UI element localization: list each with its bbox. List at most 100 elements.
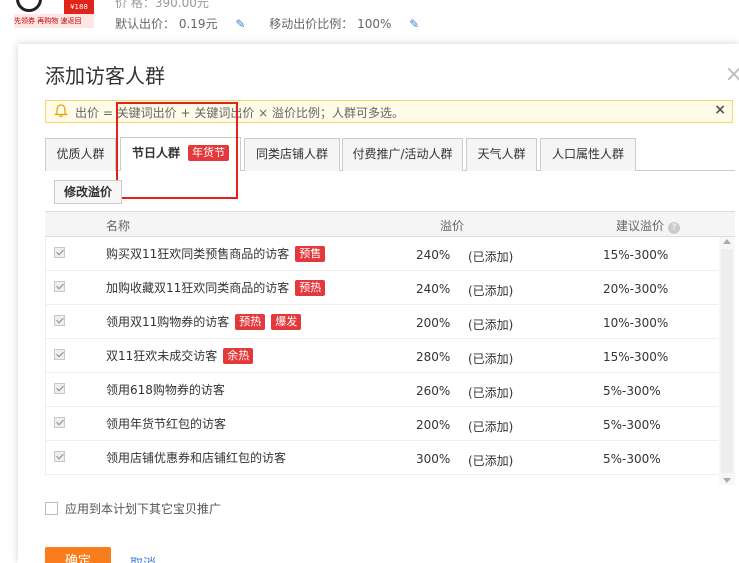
table-row: 购买双11狂欢同类预售商品的访客 预售 240% (已添加) 15%-300%	[46, 237, 718, 271]
tab-label: 同类店铺人群	[255, 147, 328, 161]
row-checkbox[interactable]	[54, 315, 65, 326]
scroll-track[interactable]	[721, 249, 733, 473]
bicycle-wheel-icon	[16, 0, 42, 12]
row-status: (已添加)	[468, 318, 514, 332]
help-icon[interactable]: ?	[668, 222, 681, 234]
table-row: 领用年货节红包的访客 200% (已添加) 5%-300%	[46, 407, 718, 441]
row-status: (已添加)	[468, 284, 514, 298]
row-premium: 200%	[416, 418, 451, 432]
background-header: 先领券 再购物 速返回 ¥188 价 格：390.00元 默认出价： 0.19元…	[0, 0, 739, 44]
row-premium: 260%	[416, 384, 451, 398]
modal-title: 添加访客人群	[45, 64, 165, 88]
row-suggest: 15%-300%	[603, 248, 669, 262]
row-premium: 200%	[416, 316, 451, 330]
column-premium: 溢价	[440, 219, 465, 233]
row-status: (已添加)	[468, 386, 514, 400]
column-name: 名称	[106, 219, 131, 233]
row-name: 领用店铺优惠券和店铺红包的访客	[106, 449, 286, 466]
row-name: 领用618购物券的访客	[106, 381, 225, 398]
product-thumbnail: 先领券 再购物 速返回 ¥188	[14, 0, 94, 30]
apply-checkbox[interactable]	[45, 502, 58, 515]
row-name: 购买双11狂欢同类预售商品的访客 预售	[106, 245, 326, 262]
row-checkbox[interactable]	[54, 247, 65, 258]
column-suggest-label: 建议溢价	[616, 219, 665, 233]
tab-label: 人口属性人群	[551, 147, 624, 161]
table-row: 双11狂欢未成交访客 余热 280% (已添加) 15%-300%	[46, 339, 718, 373]
table-body: 购买双11狂欢同类预售商品的访客 预售 240% (已添加) 15%-300% 加…	[45, 237, 718, 475]
row-tag: 预热	[295, 280, 326, 296]
default-bid-value: 0.19元	[178, 17, 218, 31]
add-visitor-group-modal: 添加访客人群 × 出价 = 关键词出价 + 关键词出价 × 溢价比例；人群可多选…	[18, 44, 739, 563]
background-price: 价 格：390.00元	[115, 0, 209, 11]
modify-premium-button[interactable]: 修改溢价	[54, 180, 123, 204]
notice-close-icon[interactable]: ×	[714, 102, 726, 118]
table-header: 名称 溢价 建议溢价?	[45, 211, 735, 237]
row-checkbox[interactable]	[54, 383, 65, 394]
row-suggest: 5%-300%	[603, 418, 661, 432]
row-name-text: 加购收藏双11狂欢同类商品的访客	[106, 281, 290, 295]
edit-pencil-icon[interactable]: ✎	[409, 17, 419, 31]
tab-paid-promo-group[interactable]: 付费推广/活动人群	[342, 138, 463, 171]
thumbnail-price-tag: ¥188	[64, 0, 94, 14]
thumbnail-promo-text: 先领券 再购物 速返回	[14, 14, 94, 28]
row-name-text: 购买双11狂欢同类预售商品的访客	[106, 247, 290, 261]
row-tag: 余热	[223, 348, 254, 364]
tab-holiday-group[interactable]: 节日人群 年货节	[120, 137, 241, 171]
row-name-text: 双11狂欢未成交访客	[106, 349, 218, 363]
edit-pencil-icon[interactable]: ✎	[235, 17, 245, 31]
default-bid-label: 默认出价：	[115, 17, 176, 31]
price-value: 格：390.00元	[130, 0, 209, 10]
bell-icon	[54, 104, 68, 117]
mobile-ratio-label: 移动出价比例：	[269, 17, 354, 31]
row-premium: 240%	[416, 282, 451, 296]
cancel-link[interactable]: 取消	[130, 553, 156, 563]
tab-label: 优质人群	[56, 147, 105, 161]
tab-label: 付费推广/活动人群	[352, 147, 453, 161]
price-label: 价	[115, 0, 128, 10]
group-tabs: 优质人群 节日人群 年货节 同类店铺人群 付费推广/活动人群 天气人群 人口属性人…	[45, 136, 735, 171]
row-checkbox[interactable]	[54, 451, 65, 462]
tab-label: 节日人群	[131, 146, 180, 160]
table-row: 领用双11购物券的访客 预热 爆发 200% (已添加) 10%-300%	[46, 305, 718, 339]
row-suggest: 5%-300%	[603, 452, 661, 466]
row-checkbox[interactable]	[54, 281, 65, 292]
table-row: 领用店铺优惠券和店铺红包的访客 300% (已添加) 5%-300%	[46, 441, 718, 475]
notice-bar: 出价 = 关键词出价 + 关键词出价 × 溢价比例；人群可多选。 ×	[45, 100, 733, 123]
confirm-button[interactable]: 确定	[45, 547, 111, 563]
row-premium: 300%	[416, 452, 451, 466]
row-name-text: 领用店铺优惠券和店铺红包的访客	[106, 451, 287, 465]
table-row: 领用618购物券的访客 260% (已添加) 5%-300%	[46, 373, 718, 407]
row-name: 加购收藏双11狂欢同类商品的访客 预热	[106, 279, 326, 296]
row-name-text: 领用双11购物券的访客	[106, 315, 230, 329]
row-premium: 240%	[416, 248, 451, 262]
tab-quality-group[interactable]: 优质人群	[45, 138, 116, 171]
close-icon[interactable]: ×	[725, 62, 739, 87]
tab-weather-group[interactable]: 天气人群	[466, 138, 537, 171]
row-suggest: 5%-300%	[603, 384, 661, 398]
scroll-up-arrow-icon[interactable]	[723, 239, 731, 244]
tab-label: 天气人群	[477, 147, 526, 161]
column-suggest: 建议溢价?	[616, 217, 681, 234]
table-scrollbar[interactable]	[719, 237, 735, 485]
row-name-text: 领用年货节红包的访客	[106, 417, 227, 431]
row-tag: 预售	[295, 246, 326, 262]
row-checkbox[interactable]	[54, 349, 65, 360]
background-bids: 默认出价： 0.19元 ✎ 移动出价比例： 100% ✎	[115, 15, 439, 32]
row-status: (已添加)	[468, 420, 514, 434]
notice-text: 出价 = 关键词出价 + 关键词出价 × 溢价比例；人群可多选。	[75, 106, 405, 120]
visitor-group-table: 名称 溢价 建议溢价? 购买双11狂欢同类预售商品的访客 预售 240% (已添加…	[45, 211, 735, 486]
row-name: 领用双11购物券的访客 预热 爆发	[106, 313, 302, 330]
row-suggest: 15%-300%	[603, 350, 669, 364]
scroll-down-arrow-icon[interactable]	[723, 478, 731, 483]
row-name-text: 领用618购物券的访客	[106, 383, 225, 397]
row-name: 双11狂欢未成交访客 余热	[106, 347, 254, 364]
row-suggest: 10%-300%	[603, 316, 669, 330]
tab-demographic-group[interactable]: 人口属性人群	[540, 138, 636, 171]
apply-label[interactable]: 应用到本计划下其它宝贝推广	[65, 500, 221, 517]
row-status: (已添加)	[468, 250, 514, 264]
row-checkbox[interactable]	[54, 417, 65, 428]
row-suggest: 20%-300%	[603, 282, 669, 296]
table-row: 加购收藏双11狂欢同类商品的访客 预热 240% (已添加) 20%-300%	[46, 271, 718, 305]
tab-similar-shop-group[interactable]: 同类店铺人群	[244, 138, 340, 171]
row-tag: 爆发	[271, 314, 302, 330]
